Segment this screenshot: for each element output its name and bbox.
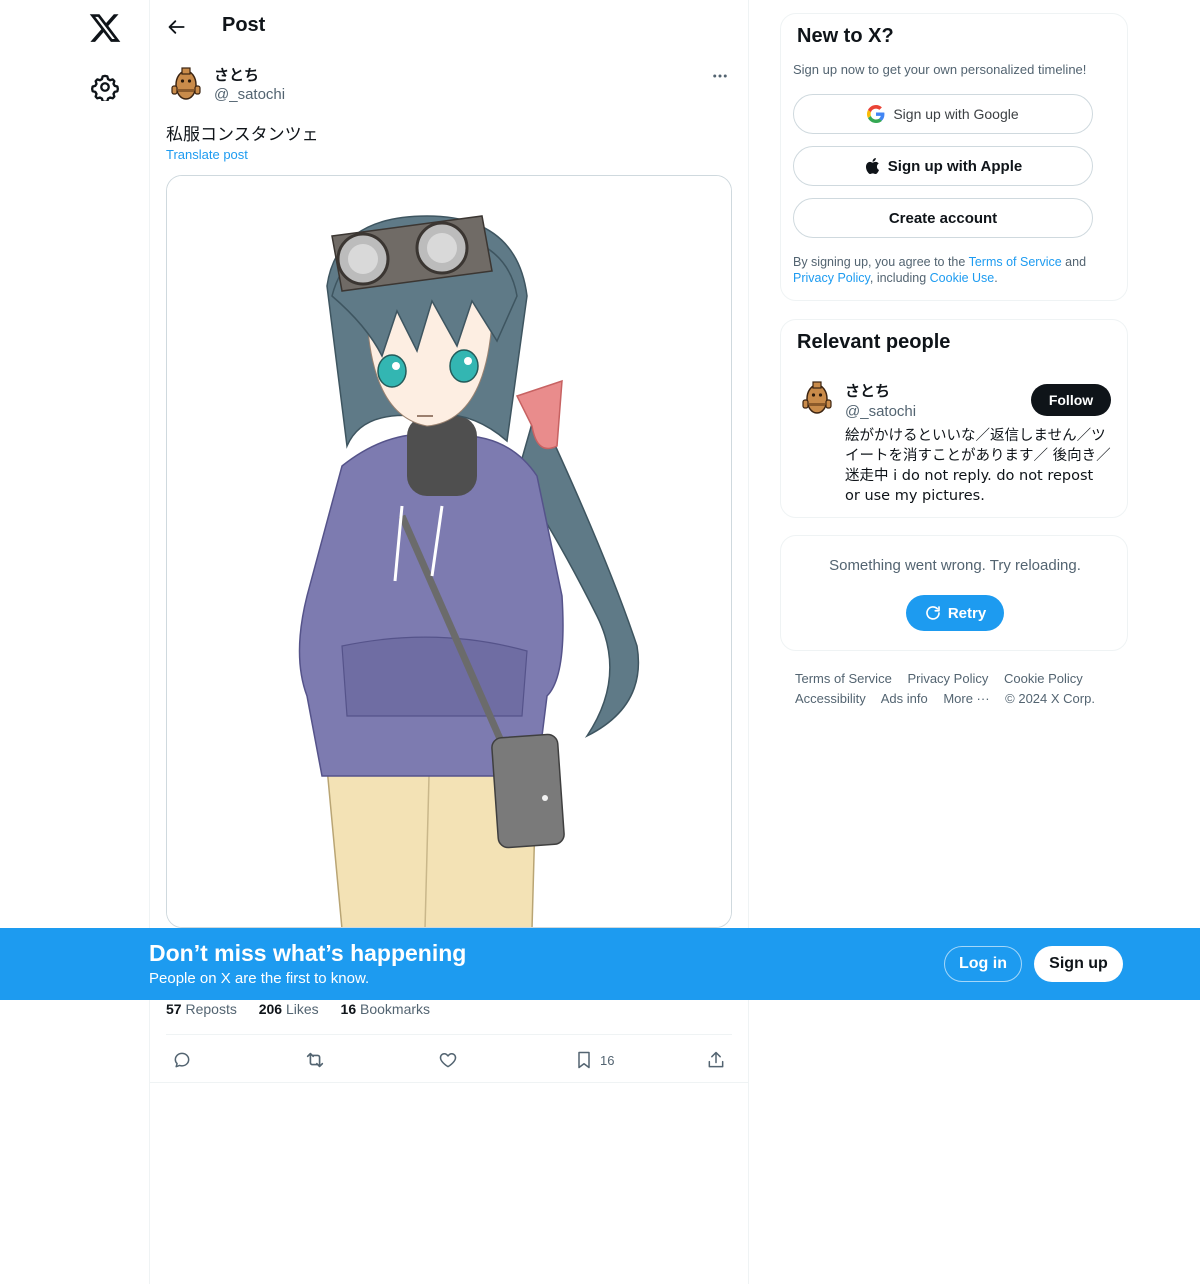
x-logo-icon[interactable] bbox=[88, 11, 122, 45]
bookmark-icon bbox=[578, 1051, 590, 1069]
footer-ads-info-link[interactable]: Ads info bbox=[881, 691, 928, 706]
avatar[interactable] bbox=[797, 378, 837, 418]
person-handle[interactable]: @_satochi bbox=[845, 403, 916, 420]
more-horizontal-icon bbox=[713, 74, 727, 78]
signup-subtitle: Sign up now to get your own personalized… bbox=[793, 62, 1087, 77]
person-bio: 絵がかけるといいな／返信しません／ツイートを消すことがあります／ 後向き／迷走中… bbox=[845, 428, 1111, 504]
signup-title: New to X? bbox=[797, 25, 894, 47]
signup-legal-text: By signing up, you agree to the Terms of… bbox=[793, 255, 1087, 285]
retry-label: Retry bbox=[947, 604, 987, 622]
likes-stat[interactable]: 206 Likes bbox=[259, 1001, 319, 1017]
relevant-people-card: Relevant people さとち @_satochi Follow 絵がか… bbox=[780, 319, 1128, 518]
gear-icon[interactable] bbox=[91, 73, 119, 101]
footer-accessibility-link[interactable]: Accessibility bbox=[795, 691, 866, 706]
avatar-image bbox=[166, 64, 206, 104]
like-button[interactable] bbox=[438, 1048, 458, 1072]
banner-title: Don’t miss what’s happening bbox=[149, 940, 467, 966]
create-account-label: Create account bbox=[888, 209, 998, 227]
bookmark-button[interactable]: 16 bbox=[574, 1048, 614, 1072]
signup-card: New to X? Sign up now to get your own pe… bbox=[780, 13, 1128, 301]
repost-icon bbox=[306, 1052, 324, 1068]
google-signup-label: Sign up with Google bbox=[893, 106, 1019, 122]
left-nav bbox=[0, 0, 150, 1284]
footer-more-link[interactable]: More ··· bbox=[943, 691, 989, 706]
signup-button[interactable]: Sign up bbox=[1034, 946, 1123, 982]
post-illustration bbox=[167, 176, 731, 927]
post-media[interactable] bbox=[166, 175, 732, 928]
post-text: 私服コンスタンツェ bbox=[166, 125, 319, 145]
error-card: Something went wrong. Try reloading. Ret… bbox=[780, 535, 1128, 651]
reposts-stat[interactable]: 57 Reposts bbox=[166, 1001, 237, 1017]
footer-terms-link[interactable]: Terms of Service bbox=[795, 671, 892, 686]
refresh-icon bbox=[924, 604, 942, 622]
divider bbox=[166, 1034, 732, 1035]
avatar[interactable] bbox=[166, 64, 206, 104]
create-account-button[interactable]: Create account bbox=[793, 198, 1093, 238]
footer-cookie-link[interactable]: Cookie Policy bbox=[1004, 671, 1083, 686]
bookmark-count: 16 bbox=[600, 1052, 615, 1068]
footer-links: Terms of Service Privacy Policy Cookie P… bbox=[795, 669, 1125, 709]
privacy-link[interactable]: Privacy Policy bbox=[793, 271, 870, 285]
repost-button[interactable] bbox=[304, 1048, 326, 1072]
follow-button[interactable]: Follow bbox=[1031, 384, 1111, 416]
top-bar: Post bbox=[150, 0, 748, 54]
post-stats: 57 Reposts 206 Likes 16 Bookmarks bbox=[166, 1001, 448, 1017]
heart-icon bbox=[439, 1053, 457, 1068]
arrow-left-icon bbox=[168, 20, 185, 34]
author-handle[interactable]: @_satochi bbox=[214, 86, 285, 103]
back-button[interactable] bbox=[162, 12, 192, 42]
terms-link[interactable]: Terms of Service bbox=[969, 255, 1062, 269]
footer-privacy-link[interactable]: Privacy Policy bbox=[907, 671, 988, 686]
signup-banner: Don’t miss what’s happening People on X … bbox=[0, 928, 1200, 1000]
apple-logo-icon bbox=[864, 157, 880, 175]
login-button[interactable]: Log in bbox=[944, 946, 1022, 982]
retry-button[interactable]: Retry bbox=[906, 595, 1004, 631]
banner-subtitle: People on X are the first to know. bbox=[149, 970, 370, 987]
cookie-use-link[interactable]: Cookie Use bbox=[930, 271, 995, 285]
apple-signup-button[interactable]: Sign up with Apple bbox=[793, 146, 1093, 186]
main-column: Post さとち @_satochi 私服コンスタンツェ Translate p… bbox=[149, 0, 749, 1284]
apple-signup-label: Sign up with Apple bbox=[887, 157, 1023, 175]
google-logo-icon bbox=[867, 105, 885, 123]
google-signup-button[interactable]: Sign up with Google bbox=[793, 94, 1093, 134]
divider bbox=[150, 1082, 748, 1083]
reply-button[interactable] bbox=[172, 1048, 192, 1072]
bookmarks-stat[interactable]: 16 Bookmarks bbox=[341, 1001, 431, 1017]
share-icon bbox=[708, 1051, 724, 1068]
post-author: さとち @_satochi bbox=[166, 62, 732, 110]
avatar-image bbox=[797, 378, 837, 418]
reply-icon bbox=[174, 1052, 190, 1068]
footer-copyright: © 2024 X Corp. bbox=[1005, 691, 1095, 706]
error-message: Something went wrong. Try reloading. bbox=[829, 557, 1081, 574]
more-options-button[interactable] bbox=[708, 64, 732, 88]
author-name[interactable]: さとち bbox=[214, 64, 259, 85]
translate-post-link[interactable]: Translate post bbox=[166, 147, 248, 162]
relevant-people-title: Relevant people bbox=[797, 331, 951, 353]
page-title: Post bbox=[222, 14, 266, 36]
post-actions: 16 bbox=[166, 1044, 732, 1076]
person-name[interactable]: さとち bbox=[845, 380, 890, 401]
share-button[interactable] bbox=[706, 1048, 726, 1072]
